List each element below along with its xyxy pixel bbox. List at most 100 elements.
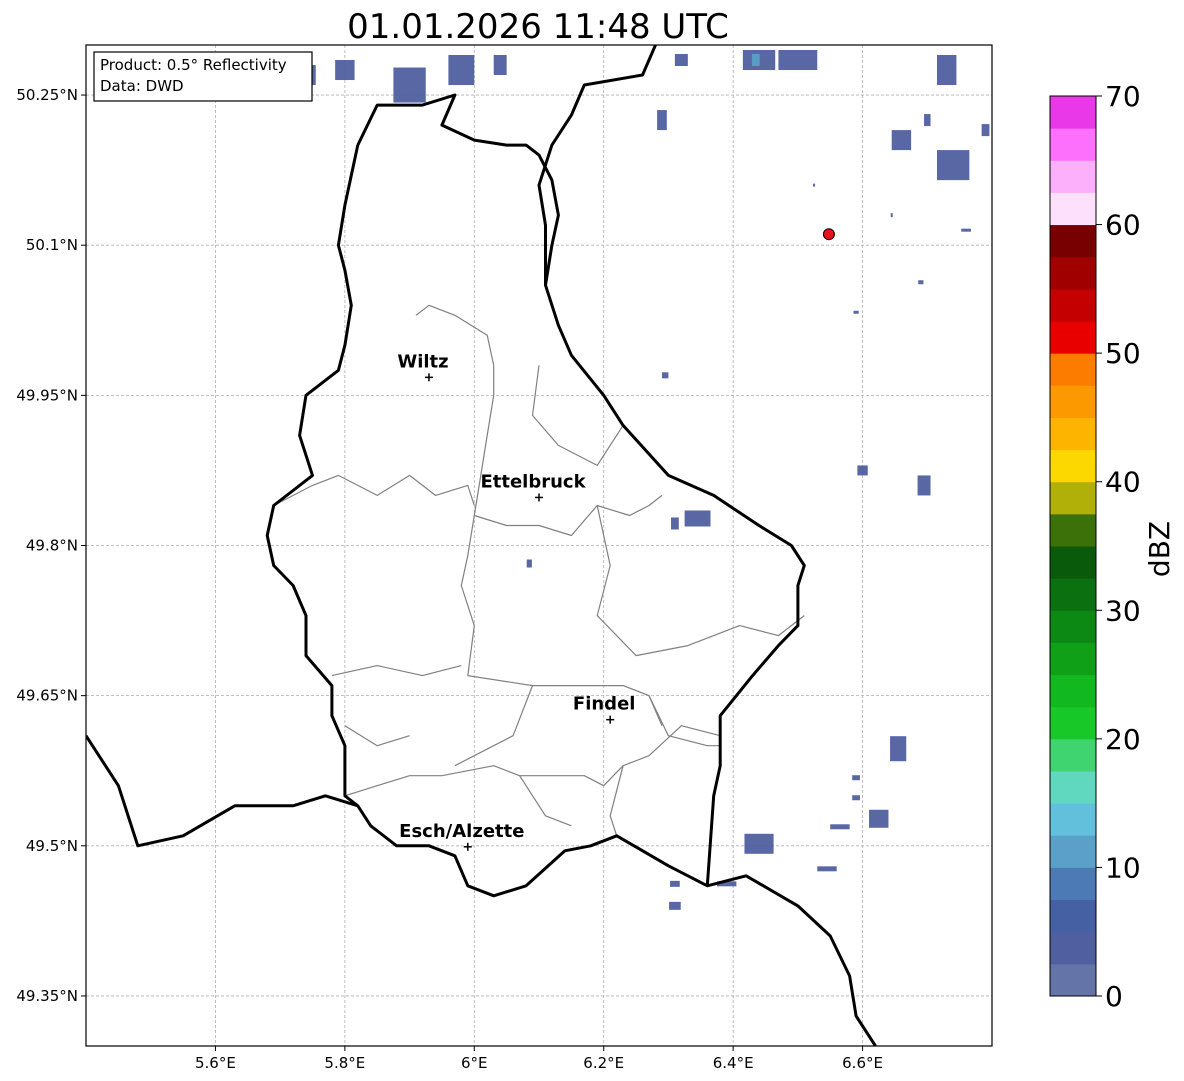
echo-30	[669, 901, 681, 910]
latitude-ticks: 50.25°N 50.1°N 49.95°N 49.8°N 49.65°N 49.5°N 4…	[16, 86, 86, 1005]
radar-site-marker	[822, 228, 835, 241]
colorbar-tick-label-6: 60	[1105, 209, 1141, 242]
echo-20	[526, 559, 532, 568]
border-france_germany	[706, 874, 877, 1046]
echo-10	[936, 55, 957, 86]
colorbar-tick-label-1: 10	[1105, 851, 1141, 884]
colorbar-bin-7	[1050, 738, 1096, 772]
colorbar-bin-27	[1050, 96, 1096, 129]
colorbar-bin-8	[1050, 706, 1096, 740]
lat-lon-grid	[86, 45, 992, 1046]
echo-26	[744, 833, 774, 854]
colorbar-bin-20	[1050, 321, 1096, 354]
longitude-ticks: 5.6°E 5.8°E 6°E 6.2°E 6.4°E 6.6°E	[195, 1046, 883, 1072]
dbz-colorbar: 0 10 20 30 40 50 60 70	[1049, 80, 1141, 1013]
colorbar-bin-3	[1050, 867, 1096, 901]
radar-site-dot	[822, 228, 835, 241]
echo-23	[852, 795, 860, 801]
echo-34	[918, 280, 924, 285]
colorbar-bin-25	[1050, 160, 1096, 193]
canton-line-12	[519, 775, 572, 827]
lon-tick-label-4: 6.4°E	[713, 1054, 754, 1072]
canton-line-7	[454, 685, 534, 767]
echo-22	[852, 775, 860, 781]
echo-1	[335, 60, 355, 81]
echo-13	[981, 124, 990, 137]
echo-35	[890, 213, 893, 218]
colorbar-bin-10	[1050, 642, 1096, 676]
lat-tick-label-2: 49.95°N	[16, 386, 78, 404]
colorbar-bin-4	[1050, 835, 1096, 868]
colorbar-label: dBZ	[1143, 521, 1176, 577]
lat-tick-label-6: 49.35°N	[16, 987, 78, 1005]
lat-tick-label-4: 49.65°N	[16, 687, 78, 705]
echo-2	[393, 67, 426, 103]
border-france_belgium	[86, 734, 359, 848]
colorbar-bin-1	[1050, 931, 1096, 965]
city-label-0: Wiltz	[397, 351, 448, 372]
colorbar-tick-label-3: 30	[1105, 594, 1141, 627]
echo-18	[684, 510, 711, 527]
lon-tick-label-3: 6.2°E	[583, 1054, 624, 1072]
colorbar-bin-12	[1050, 578, 1096, 611]
echo-6	[751, 54, 760, 67]
colorbar-bin-24	[1050, 192, 1096, 226]
lat-tick-label-3: 49.8°N	[26, 537, 78, 555]
echo-32	[961, 228, 971, 232]
city-label-1: Ettelbruck	[480, 471, 586, 492]
lat-tick-label-5: 49.5°N	[26, 837, 78, 855]
echo-27	[817, 866, 837, 872]
colorbar-tick-label-5: 50	[1105, 337, 1141, 370]
canton-line-8	[344, 725, 721, 797]
echo-9	[657, 110, 667, 131]
colorbar-bin-16	[1050, 449, 1096, 483]
echo-33	[853, 310, 859, 314]
echo-3	[448, 55, 475, 86]
canton-line-11	[344, 725, 410, 747]
canton-line-3	[531, 365, 624, 466]
echo-19	[671, 517, 679, 530]
echo-11	[891, 130, 912, 151]
lon-tick-label-0: 5.6°E	[195, 1054, 236, 1072]
reflectivity-echoes	[283, 50, 990, 910]
echo-24	[869, 809, 889, 828]
border-germany_belgium	[537, 45, 657, 286]
canton-line-1	[273, 474, 475, 507]
colorbar-bin-21	[1050, 288, 1096, 322]
echo-15	[661, 372, 669, 379]
colorbar-bin-19	[1050, 353, 1096, 386]
colorbar-tick-label-7: 70	[1105, 80, 1141, 113]
canton-line-5	[596, 505, 805, 657]
info-box: Product: 0.5° Reflectivity Data: DWD	[93, 51, 313, 102]
lat-tick-label-1: 50.1°N	[26, 236, 78, 254]
colorbar-bin-22	[1050, 256, 1096, 290]
colorbar-bin-13	[1050, 546, 1096, 579]
colorbar-tick-label-4: 40	[1105, 466, 1141, 499]
colorbar-bin-14	[1050, 513, 1096, 547]
colorbar-bin-17	[1050, 417, 1096, 451]
product-label: Product: 0.5° Reflectivity	[100, 56, 287, 74]
colorbar-bin-18	[1050, 385, 1096, 418]
echo-7	[778, 50, 818, 71]
lat-tick-label-0: 50.25°N	[16, 86, 78, 104]
colorbar-bin-15	[1050, 481, 1096, 515]
canton-boundaries	[273, 304, 805, 836]
map-title: 01.01.2026 11:48 UTC	[347, 7, 729, 47]
colorbar-bin-9	[1050, 674, 1096, 708]
colorbar-bin-23	[1050, 224, 1096, 258]
colorbar-bin-2	[1050, 899, 1096, 933]
echo-4	[493, 55, 507, 76]
data-source-label: Data: DWD	[100, 77, 184, 95]
echo-28	[670, 880, 680, 887]
colorbar-bin-11	[1050, 610, 1096, 643]
lon-tick-label-1: 5.8°E	[324, 1054, 365, 1072]
radar-map-figure: 01.01.2026 11:48 UTC Wiltz Ettelbruck Find…	[16, 7, 1176, 1072]
lon-tick-label-5: 6.6°E	[842, 1054, 883, 1072]
colorbar-bin-6	[1050, 771, 1096, 804]
echo-14	[924, 114, 931, 127]
echo-16	[857, 465, 868, 476]
colorbar-bin-26	[1050, 128, 1096, 161]
echo-8	[674, 54, 688, 67]
echo-21	[890, 736, 907, 762]
echo-17	[917, 475, 931, 496]
